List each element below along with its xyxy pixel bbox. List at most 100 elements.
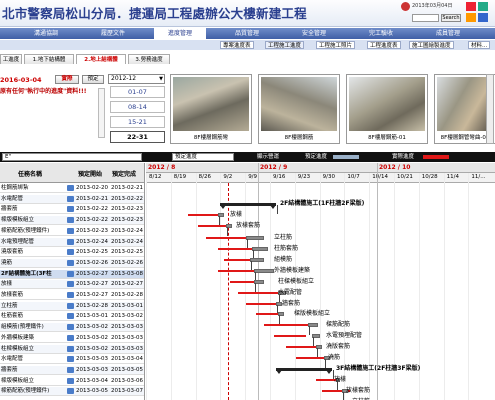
actual-bar[interactable] <box>256 313 278 315</box>
subnav-item[interactable]: 專案進度表 <box>220 41 254 49</box>
task-info-icon[interactable] <box>67 292 74 298</box>
search-input[interactable] <box>412 14 439 22</box>
note-scroll[interactable] <box>98 88 105 138</box>
subnav-item-active[interactable]: 工程施工進度 <box>265 41 305 49</box>
actual-bar[interactable] <box>224 259 250 261</box>
nav-item[interactable]: 安全管理 <box>288 28 340 39</box>
photo-card[interactable]: 8F樓層鋼筋彎 <box>170 74 252 144</box>
table-row[interactable]: 水電預埋配管 2013-02-24 2013-02-24 <box>0 237 144 247</box>
shortcut-icon[interactable] <box>466 2 476 11</box>
col-plan-start[interactable]: 預定開始 <box>78 169 102 178</box>
tab-aboveground[interactable]: 2.地上結構體 <box>76 54 126 64</box>
actual-bar[interactable] <box>264 324 308 326</box>
tab-labor[interactable]: 3.勞務進度 <box>128 54 170 64</box>
table-row[interactable]: 樑筋配筋(預埋鐵件) 2013-02-23 2013-02-24 <box>0 227 144 236</box>
nav-item[interactable]: 履歷文件 <box>87 28 139 39</box>
week-range-item[interactable]: 15-21 <box>110 116 165 128</box>
table-row[interactable]: 放樣 2013-02-27 2013-02-27 <box>0 280 144 290</box>
task-info-icon[interactable] <box>67 227 74 234</box>
month-select[interactable]: 2012-12 ▼ <box>108 74 165 84</box>
plan-bar[interactable] <box>252 247 268 251</box>
actual-button[interactable]: 實際 <box>55 75 79 84</box>
nav-item[interactable]: 溝通協調 <box>20 28 72 39</box>
task-info-icon[interactable] <box>67 324 74 331</box>
nav-item[interactable]: 完工驗收 <box>355 28 407 39</box>
actual-bar[interactable] <box>286 346 316 348</box>
subnav-item[interactable]: 施工圖繪製進度 <box>409 41 454 49</box>
task-info-icon[interactable] <box>67 302 74 309</box>
week-range-item-selected[interactable]: 22-31 <box>110 131 165 143</box>
table-row[interactable]: 澆版套筋 2013-02-25 2013-02-25 <box>0 248 144 258</box>
task-info-icon[interactable] <box>67 185 74 191</box>
col-task-name[interactable]: 任務名稱 <box>18 169 42 178</box>
table-row[interactable]: 樑版模板組立 2013-02-22 2013-02-23 <box>0 216 144 226</box>
tab-overview[interactable]: 工進度 <box>0 54 22 64</box>
summary-bar[interactable] <box>220 203 276 209</box>
table-row[interactable]: 水電配管 2013-02-21 2013-02-22 <box>0 194 144 204</box>
col-plan-end[interactable]: 預定完成 <box>112 169 136 178</box>
photo-card[interactable]: 8F樓層鋼筋 <box>258 74 340 144</box>
task-info-icon[interactable] <box>67 217 74 224</box>
actual-bar[interactable] <box>274 335 306 337</box>
search-button[interactable]: Search <box>441 14 461 22</box>
task-info-icon[interactable] <box>67 249 74 256</box>
shortcut-icon[interactable] <box>478 2 488 11</box>
table-row[interactable]: 牆套筋 2013-03-03 2013-03-05 <box>0 365 144 375</box>
actual-bar[interactable] <box>246 303 276 305</box>
task-info-icon[interactable] <box>67 270 74 277</box>
nav-item[interactable]: 成員管理 <box>422 28 474 39</box>
photo-scroll-right[interactable] <box>486 74 494 144</box>
actual-bar[interactable] <box>206 237 246 239</box>
subnav-item[interactable]: 工程進度表 <box>367 41 401 49</box>
table-row[interactable]: 澆筋 2013-02-26 2013-02-26 <box>0 258 144 268</box>
summary-bar[interactable] <box>276 368 332 374</box>
nav-item-active[interactable]: 進度管理 <box>154 28 206 39</box>
task-info-icon[interactable] <box>67 345 74 352</box>
tab-underground[interactable]: 1.地下結構體 <box>24 54 74 64</box>
task-info-icon[interactable] <box>67 377 74 384</box>
actual-bar[interactable] <box>316 379 336 381</box>
actual-bar[interactable] <box>230 281 254 283</box>
actual-bar[interactable] <box>218 248 253 250</box>
actual-bar[interactable] <box>238 292 278 294</box>
task-info-icon[interactable] <box>67 281 74 288</box>
task-info-icon[interactable] <box>67 238 74 245</box>
task-info-icon[interactable] <box>67 259 74 266</box>
task-info-icon[interactable] <box>67 366 74 373</box>
table-row[interactable]: 組模筋(預埋鐵件) 2013-03-02 2013-03-03 <box>0 323 144 333</box>
subnav-item[interactable]: 工程施工照片 <box>316 41 356 49</box>
table-row[interactable]: 2F結構體施工(3F柱 2013-02-27 2013-03-08 <box>0 269 144 279</box>
table-row[interactable]: 放樣套筋 2013-02-27 2013-02-28 <box>0 291 144 300</box>
table-row[interactable]: 牆套筋 2013-02-22 2013-02-23 <box>0 205 144 215</box>
plan-button[interactable]: 預定 <box>82 75 104 84</box>
table-row[interactable]: 外牆模板建築 2013-03-02 2013-03-03 <box>0 334 144 343</box>
plan-bar[interactable] <box>246 236 264 240</box>
shortcut-icon[interactable] <box>478 13 488 22</box>
task-info-icon[interactable] <box>67 206 74 213</box>
table-row[interactable]: 水電配管 2013-03-03 2013-03-04 <box>0 355 144 365</box>
subnav-item[interactable]: 材料... <box>468 41 491 49</box>
plan-bar[interactable] <box>254 269 274 273</box>
table-row[interactable]: 立柱筋 2013-02-28 2013-03-01 <box>0 301 144 311</box>
table-row[interactable]: 樑筋配筋(預埋鐵件) 2013-03-05 2013-03-07 <box>0 387 144 397</box>
table-row[interactable]: 柱鋼筋綁紮 2013-02-20 2013-02-21 <box>0 184 144 193</box>
filter-select[interactable]: E" <box>2 153 142 161</box>
task-info-icon[interactable] <box>67 195 74 202</box>
task-info-icon[interactable] <box>67 334 74 341</box>
photo-card[interactable]: 8F樓層鋼筋-01 <box>346 74 428 144</box>
actual-bar[interactable] <box>198 225 226 227</box>
plan-bar[interactable] <box>250 258 264 262</box>
task-info-icon[interactable] <box>67 356 74 363</box>
table-row[interactable]: 柱樑模板組立 2013-03-02 2013-03-03 <box>0 344 144 354</box>
view-select[interactable]: 預定進度 <box>172 153 234 161</box>
shortcut-icon[interactable] <box>466 13 476 22</box>
actual-bar[interactable] <box>296 357 324 359</box>
actual-bar[interactable] <box>218 270 254 272</box>
task-info-icon[interactable] <box>67 313 74 320</box>
table-row[interactable]: 柱筋套筋 2013-03-01 2013-03-02 <box>0 312 144 322</box>
nav-item[interactable]: 品質管理 <box>221 28 273 39</box>
week-range-item[interactable]: 01-07 <box>110 86 165 98</box>
actual-bar[interactable] <box>188 214 218 216</box>
table-row[interactable]: 樑版模板組立 2013-03-04 2013-03-06 <box>0 377 144 386</box>
task-info-icon[interactable] <box>67 388 74 395</box>
